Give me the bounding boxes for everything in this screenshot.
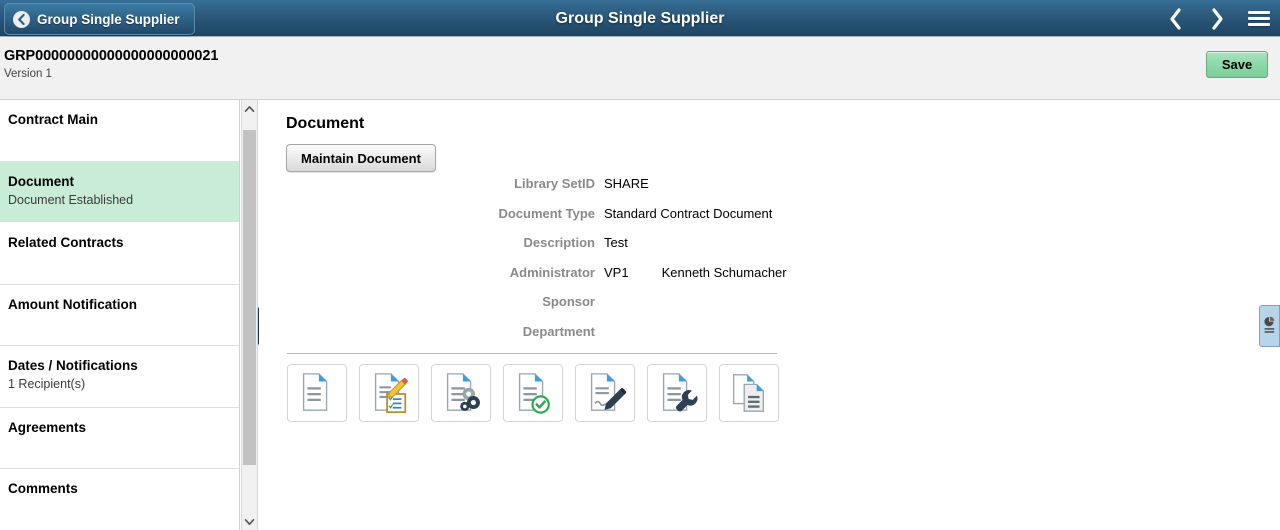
report-chart-icon bbox=[1264, 316, 1275, 333]
field-value: SHARE bbox=[604, 176, 649, 191]
field-label: Department bbox=[522, 323, 595, 339]
document-settings-button[interactable] bbox=[431, 364, 491, 422]
field-label: Document Type bbox=[498, 205, 595, 221]
chevron-left-icon bbox=[13, 10, 30, 28]
maintain-document-button[interactable]: Maintain Document bbox=[286, 144, 436, 172]
field-value-secondary: Kenneth Schumacher bbox=[661, 264, 787, 280]
back-button[interactable]: Group Single Supplier bbox=[4, 3, 195, 35]
sidebar-item-label: Contract Main bbox=[8, 112, 99, 127]
chevron-right-icon[interactable] bbox=[1204, 4, 1230, 34]
sidebar-item-label: Comments bbox=[8, 481, 78, 496]
sidebar-item-dates-notifications[interactable]: Dates / Notifications 1 Recipient(s) bbox=[0, 346, 239, 408]
document-edit-button[interactable] bbox=[359, 364, 419, 422]
sidebar-item-label: Document bbox=[8, 173, 75, 189]
field-row: Description Test bbox=[259, 235, 959, 265]
top-header-bar: Group Single Supplier Group Single Suppl… bbox=[0, 0, 1280, 37]
sidebar-item-label: Amount Notification bbox=[8, 296, 137, 312]
document-id: GRP00000000000000000000021 bbox=[4, 48, 219, 64]
field-value: VP1 bbox=[604, 264, 629, 280]
document-view-button[interactable] bbox=[287, 364, 347, 422]
save-button[interactable]: Save bbox=[1206, 51, 1268, 78]
document-approved-icon bbox=[518, 373, 550, 414]
sub-header: GRP00000000000000000000021 Version 1 Sav… bbox=[0, 37, 1280, 100]
main-content: Document Maintain Document Library SetID… bbox=[259, 100, 1280, 530]
sidebar-scrollbar[interactable] bbox=[241, 100, 258, 530]
sidebar-item-label: Related Contracts bbox=[8, 235, 124, 250]
document-copy-button[interactable] bbox=[719, 364, 779, 422]
document-configure-button[interactable] bbox=[647, 364, 707, 422]
sidebar-item-label: Dates / Notifications bbox=[8, 358, 138, 373]
field-row: Sponsor bbox=[259, 294, 959, 324]
field-row: Administrator VP1 Kenneth Schumacher bbox=[259, 265, 959, 295]
sidebar-item-document[interactable]: Document Document Established bbox=[0, 161, 239, 223]
document-approved-button[interactable] bbox=[503, 364, 563, 422]
sidebar-item-amount-notification[interactable]: Amount Notification bbox=[0, 284, 239, 346]
chevron-down-icon[interactable] bbox=[242, 513, 257, 530]
document-configure-icon bbox=[662, 373, 698, 412]
scrollbar-thumb[interactable] bbox=[243, 130, 256, 465]
sidebar-item-label: Agreements bbox=[8, 419, 87, 435]
field-label: Administrator bbox=[509, 264, 595, 280]
document-action-icons bbox=[287, 364, 779, 422]
top-actions bbox=[1162, 0, 1272, 37]
section-divider bbox=[287, 353, 777, 354]
sidebar-item-comments[interactable]: Comments bbox=[0, 469, 239, 530]
sidebar-item-agreements[interactable]: Agreements bbox=[0, 407, 239, 469]
chevron-up-icon[interactable] bbox=[242, 100, 257, 117]
field-value: Test bbox=[604, 235, 628, 250]
document-edit-icon bbox=[374, 373, 408, 413]
field-row: Document Type Standard Contract Document bbox=[259, 206, 959, 236]
sidebar-item-related-contracts[interactable]: Related Contracts bbox=[0, 223, 239, 285]
application-window: Group Single Supplier Group Single Suppl… bbox=[0, 0, 1280, 530]
hamburger-menu-icon[interactable] bbox=[1246, 4, 1272, 34]
document-version: Version 1 bbox=[4, 68, 52, 80]
document-copy-icon bbox=[733, 374, 765, 412]
field-value: Standard Contract Document bbox=[604, 205, 773, 221]
document-sign-button[interactable] bbox=[575, 364, 635, 422]
sidebar-item-contract-main[interactable]: Contract Main bbox=[0, 100, 239, 162]
field-row: Library SetID SHARE bbox=[259, 176, 959, 206]
field-label: Description bbox=[523, 235, 595, 250]
report-panel-tab[interactable] bbox=[1259, 305, 1280, 347]
document-view-icon bbox=[302, 373, 328, 411]
back-button-label: Group Single Supplier bbox=[37, 11, 180, 27]
document-fields: Library SetID SHARE Document Type Standard … bbox=[259, 176, 959, 353]
sidebar-item-subtitle: 1 Recipient(s) bbox=[8, 377, 86, 391]
sidebar-navigation: Contract Main Document Document Establishe… bbox=[0, 100, 240, 530]
field-row: Department bbox=[259, 324, 959, 354]
sidebar-item-subtitle: Document Established bbox=[8, 192, 134, 207]
document-settings-icon bbox=[446, 373, 480, 411]
field-label: Library SetID bbox=[514, 176, 595, 191]
chevron-left-icon[interactable] bbox=[1162, 4, 1188, 34]
field-label: Sponsor bbox=[542, 294, 595, 309]
document-sign-icon bbox=[590, 373, 627, 411]
panel-title: Document bbox=[286, 115, 365, 132]
